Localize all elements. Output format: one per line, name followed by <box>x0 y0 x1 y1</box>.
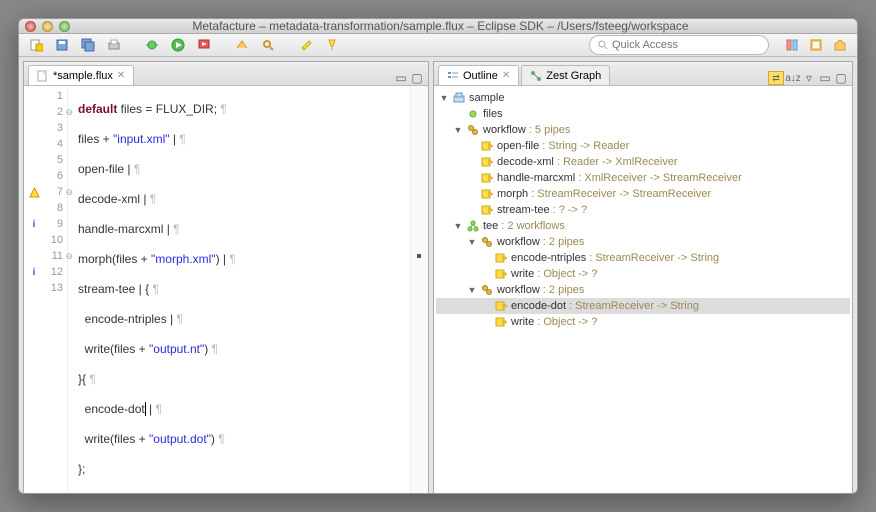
tab-close-icon[interactable]: ✕ <box>117 70 125 81</box>
outline-node-files[interactable]: files <box>436 106 850 122</box>
external-tools-button[interactable] <box>193 34 215 56</box>
graph-icon <box>530 70 542 82</box>
perspective-button-2[interactable] <box>805 34 827 56</box>
zoom-window-button[interactable] <box>59 21 70 32</box>
perspective-button-1[interactable] <box>781 34 803 56</box>
close-window-button[interactable] <box>25 21 36 32</box>
perspective-button-3[interactable] <box>829 34 851 56</box>
tab-zest-graph[interactable]: Zest Graph <box>521 65 610 85</box>
editor-content[interactable]: default files = FLUX_DIR; ¶ files + "inp… <box>68 86 428 494</box>
tab-outline[interactable]: Outline ✕ <box>438 65 519 85</box>
outline-node-workflow-b[interactable]: ▼workflow: 2 pipes <box>436 282 850 298</box>
outline-node-write-dot[interactable]: write : Object -> ? <box>436 314 850 330</box>
quick-access-search[interactable] <box>589 35 769 55</box>
window: Metafacture – metadata-transformation/sa… <box>18 18 858 494</box>
window-title: Metafacture – metadata-transformation/sa… <box>80 19 801 33</box>
info-icon[interactable]: i <box>28 266 40 278</box>
outline-node-encode-dot[interactable]: encode-dot : StreamReceiver -> String <box>436 298 850 314</box>
minimize-pane-icon[interactable]: ▭ <box>394 71 408 85</box>
minimize-pane-icon[interactable]: ▭ <box>818 71 832 85</box>
quick-access-input[interactable] <box>612 39 760 51</box>
outline-node-decode-xml[interactable]: decode-xml : Reader -> XmlReceiver <box>436 154 850 170</box>
outline-node-stream-tee[interactable]: stream-tee : ? -> ? <box>436 202 850 218</box>
outline-tree[interactable]: ▼sample files ▼workflow: 5 pipes open-fi… <box>434 86 852 494</box>
save-all-button[interactable] <box>77 34 99 56</box>
debug-button[interactable] <box>141 34 163 56</box>
save-button[interactable] <box>51 34 73 56</box>
view-menu-icon[interactable]: ▿ <box>802 71 816 85</box>
outline-node-handle-marcxml[interactable]: handle-marcxml : XmlReceiver -> StreamRe… <box>436 170 850 186</box>
run-button[interactable] <box>167 34 189 56</box>
outline-node-workflow-5[interactable]: ▼workflow: 5 pipes <box>436 122 850 138</box>
search-button[interactable] <box>257 34 279 56</box>
outline-node-encode-ntriples[interactable]: encode-ntriples : StreamReceiver -> Stri… <box>436 250 850 266</box>
outline-node-workflow-a[interactable]: ▼workflow: 2 pipes <box>436 234 850 250</box>
titlebar: Metafacture – metadata-transformation/sa… <box>19 19 857 34</box>
outline-node-open-file[interactable]: open-file : String -> Reader <box>436 138 850 154</box>
editor-tab-sample[interactable]: *sample.flux ✕ <box>28 65 134 85</box>
editor-pane: *sample.flux ✕ ▭ ▢ 1 2⊖ 3 4 5 6 7⊖ 8 <box>23 61 429 494</box>
outline-node-write-nt[interactable]: write : Object -> ? <box>436 266 850 282</box>
outline-pane: Outline ✕ Zest Graph ⇄ a↓z ▿ ▭ ▢ ▼sample… <box>433 61 853 494</box>
outline-node-morph[interactable]: morph : StreamReceiver -> StreamReceiver <box>436 186 850 202</box>
new-button[interactable] <box>25 34 47 56</box>
outline-node-sample[interactable]: ▼sample <box>436 90 850 106</box>
warning-icon[interactable] <box>28 186 40 198</box>
search-icon <box>598 40 608 50</box>
editor-tabbar: *sample.flux ✕ ▭ ▢ <box>24 62 428 86</box>
maximize-pane-icon[interactable]: ▢ <box>410 71 424 85</box>
open-type-button[interactable] <box>231 34 253 56</box>
sort-icon[interactable]: a↓z <box>786 71 800 85</box>
minimize-window-button[interactable] <box>42 21 53 32</box>
outline-tabbar: Outline ✕ Zest Graph ⇄ a↓z ▿ ▭ ▢ <box>434 62 852 86</box>
outline-icon <box>447 70 459 82</box>
file-icon <box>37 70 49 82</box>
maximize-pane-icon[interactable]: ▢ <box>834 71 848 85</box>
text-editor[interactable]: 1 2⊖ 3 4 5 6 7⊖ 8 i9 10 11⊖ i12 13 defau… <box>24 86 428 494</box>
collapse-all-icon[interactable]: ⇄ <box>768 71 784 85</box>
editor-tab-label: *sample.flux <box>53 70 113 82</box>
overview-ruler[interactable] <box>410 86 428 494</box>
outline-node-tee[interactable]: ▼tee: 2 workflows <box>436 218 850 234</box>
main-toolbar <box>19 34 857 57</box>
traffic-lights <box>25 21 70 32</box>
info-icon[interactable]: i <box>28 218 40 230</box>
editor-gutter: 1 2⊖ 3 4 5 6 7⊖ 8 i9 10 11⊖ i12 13 <box>24 86 68 494</box>
pin-button[interactable] <box>321 34 343 56</box>
workbench-body: *sample.flux ✕ ▭ ▢ 1 2⊖ 3 4 5 6 7⊖ 8 <box>19 57 857 494</box>
tab-close-icon[interactable]: ✕ <box>502 70 510 81</box>
print-button[interactable] <box>103 34 125 56</box>
annotation-button[interactable] <box>295 34 317 56</box>
